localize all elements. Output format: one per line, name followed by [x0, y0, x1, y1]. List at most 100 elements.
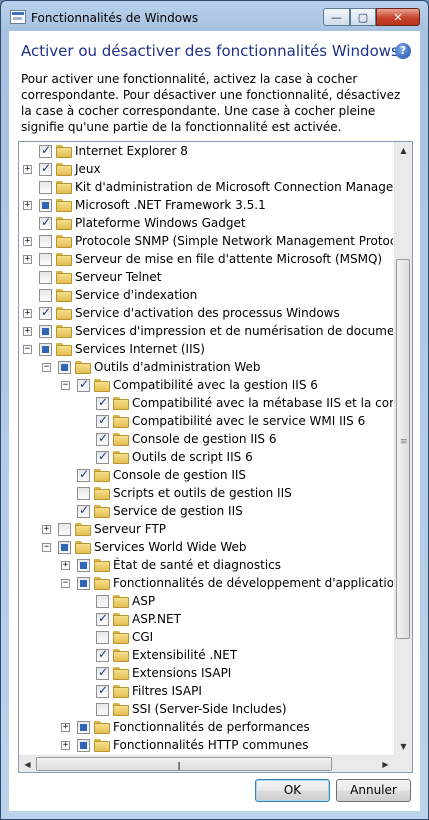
feature-checkbox[interactable] — [39, 143, 52, 158]
tree-item[interactable]: Serveur Telnet — [19, 269, 393, 287]
collapse-icon[interactable]: − — [61, 381, 70, 390]
feature-checkbox[interactable] — [96, 595, 109, 608]
feature-checkbox[interactable] — [96, 647, 109, 662]
feature-checkbox[interactable] — [96, 413, 109, 428]
tree-item[interactable]: Plateforme Windows Gadget — [19, 215, 393, 233]
feature-checkbox[interactable] — [39, 343, 52, 356]
expand-icon[interactable]: + — [61, 561, 70, 570]
tree-item[interactable]: + Serveur FTP — [19, 521, 393, 539]
feature-checkbox[interactable] — [77, 487, 90, 500]
expand-icon[interactable]: + — [23, 237, 32, 246]
tree-item[interactable]: + Service d'activation des processus Wind… — [19, 305, 393, 323]
feature-checkbox[interactable] — [39, 253, 52, 266]
expand-icon[interactable]: + — [23, 327, 32, 336]
tree-item[interactable]: Console de gestion IIS 6 — [19, 431, 393, 449]
feature-checkbox[interactable] — [58, 541, 71, 554]
tree-item[interactable]: + Serveur de mise en file d'attente Micro… — [19, 251, 393, 269]
tree-item[interactable]: Filtres ISAPI — [19, 683, 393, 701]
expand-icon[interactable]: + — [61, 723, 70, 732]
tree-item[interactable]: Compatibilité avec le service WMI IIS 6 — [19, 413, 393, 431]
collapse-icon[interactable]: − — [61, 579, 70, 588]
tree-item[interactable]: Service de gestion IIS — [19, 503, 393, 521]
vertical-scrollbar[interactable]: ▲ ≡ ▼ — [394, 142, 412, 755]
feature-checkbox[interactable] — [96, 665, 109, 680]
tree-item[interactable]: Outils de script IIS 6 — [19, 449, 393, 467]
tree-item[interactable]: − Compatibilité avec la gestion IIS 6 — [19, 377, 393, 395]
feature-checkbox[interactable] — [39, 199, 52, 212]
tree-item[interactable]: Scripts et outils de gestion IIS — [19, 485, 393, 503]
title-bar[interactable]: Fonctionnalités de Windows — ▢ ✕ — [1, 1, 428, 31]
scroll-left-button[interactable]: ◀ — [19, 756, 36, 772]
feature-checkbox[interactable] — [58, 361, 71, 374]
feature-checkbox[interactable] — [39, 305, 52, 320]
feature-checkbox[interactable] — [77, 503, 90, 518]
feature-checkbox[interactable] — [39, 271, 52, 284]
tree-item[interactable]: Compatibilité avec la métabase IIS et la… — [19, 395, 393, 413]
tree-item[interactable]: Service d'indexation — [19, 287, 393, 305]
maximize-button[interactable]: ▢ — [350, 8, 376, 26]
horizontal-scroll-thumb[interactable]: ||| — [36, 757, 332, 771]
tree-item[interactable]: Kit d'administration de Microsoft Connec… — [19, 179, 393, 197]
feature-checkbox[interactable] — [39, 161, 52, 176]
tree-item[interactable]: − Services Internet (IIS) — [19, 341, 393, 359]
tree-item[interactable]: Extensibilité .NET — [19, 647, 393, 665]
minimize-button[interactable]: — — [323, 8, 350, 26]
tree-item[interactable]: Internet Explorer 8 — [19, 143, 393, 161]
scroll-down-button[interactable]: ▼ — [396, 738, 411, 755]
expand-icon[interactable]: + — [23, 165, 32, 174]
scroll-up-button[interactable]: ▲ — [396, 142, 411, 159]
vertical-scroll-thumb[interactable]: ≡ — [396, 259, 410, 639]
cancel-button[interactable]: Annuler — [336, 779, 411, 802]
scroll-right-button[interactable]: ▶ — [377, 756, 394, 772]
feature-checkbox[interactable] — [77, 377, 90, 392]
tree-item[interactable]: + État de santé et diagnostics — [19, 557, 393, 575]
tree-item[interactable]: − Fonctionnalités de développement d'appl… — [19, 575, 393, 593]
tree-item[interactable]: ASP — [19, 593, 393, 611]
expand-icon[interactable]: + — [23, 255, 32, 264]
tree-item[interactable]: Console de gestion IIS — [19, 467, 393, 485]
feature-checkbox[interactable] — [96, 611, 109, 626]
tree-item[interactable]: ASP.NET — [19, 611, 393, 629]
collapse-icon[interactable]: − — [23, 345, 32, 354]
horizontal-scrollbar[interactable]: ◀ ||| ▶ — [19, 755, 394, 772]
feature-checkbox[interactable] — [39, 235, 52, 248]
tree-item[interactable]: + Jeux — [19, 161, 393, 179]
tree-item[interactable]: Extensions ISAPI — [19, 665, 393, 683]
feature-checkbox[interactable] — [96, 703, 109, 716]
collapse-icon[interactable]: − — [42, 363, 51, 372]
tree-item-label: Scripts et outils de gestion IIS — [113, 486, 292, 500]
tree-item[interactable]: + Fonctionnalités de performances — [19, 719, 393, 737]
feature-checkbox[interactable] — [96, 449, 109, 464]
feature-checkbox[interactable] — [96, 395, 109, 410]
feature-checkbox[interactable] — [77, 467, 90, 482]
tree-item[interactable]: − Services World Wide Web — [19, 539, 393, 557]
tree-item[interactable]: + Protocole SNMP (Simple Network Manageme… — [19, 233, 393, 251]
help-icon[interactable]: ? — [395, 43, 411, 59]
feature-checkbox[interactable] — [39, 289, 52, 302]
collapse-icon[interactable]: − — [42, 543, 51, 552]
expand-icon[interactable]: + — [23, 201, 32, 210]
tree-item[interactable]: SSI (Server-Side Includes) — [19, 701, 393, 719]
tree-item[interactable]: + Microsoft .NET Framework 3.5.1 — [19, 197, 393, 215]
expand-icon[interactable]: + — [61, 741, 70, 750]
tree-item[interactable]: CGI — [19, 629, 393, 647]
feature-checkbox[interactable] — [77, 577, 90, 590]
expand-icon[interactable]: + — [42, 525, 51, 534]
close-button[interactable]: ✕ — [376, 8, 420, 26]
feature-checkbox[interactable] — [58, 523, 71, 536]
feature-checkbox[interactable] — [39, 181, 52, 194]
tree-item[interactable]: + Services d'impression et de numérisatio… — [19, 323, 393, 341]
feature-checkbox[interactable] — [77, 721, 90, 734]
ok-button[interactable]: OK — [255, 779, 330, 802]
feature-checkbox[interactable] — [77, 559, 90, 572]
tree-item-label: Fonctionnalités de performances — [113, 720, 310, 734]
feature-checkbox[interactable] — [96, 683, 109, 698]
feature-checkbox[interactable] — [77, 739, 90, 752]
feature-checkbox[interactable] — [96, 631, 109, 644]
feature-checkbox[interactable] — [39, 325, 52, 338]
feature-checkbox[interactable] — [96, 431, 109, 446]
tree-item[interactable]: + Fonctionnalités HTTP communes — [19, 737, 393, 755]
expand-icon[interactable]: + — [23, 309, 32, 318]
tree-item[interactable]: − Outils d'administration Web — [19, 359, 393, 377]
feature-checkbox[interactable] — [39, 215, 52, 230]
